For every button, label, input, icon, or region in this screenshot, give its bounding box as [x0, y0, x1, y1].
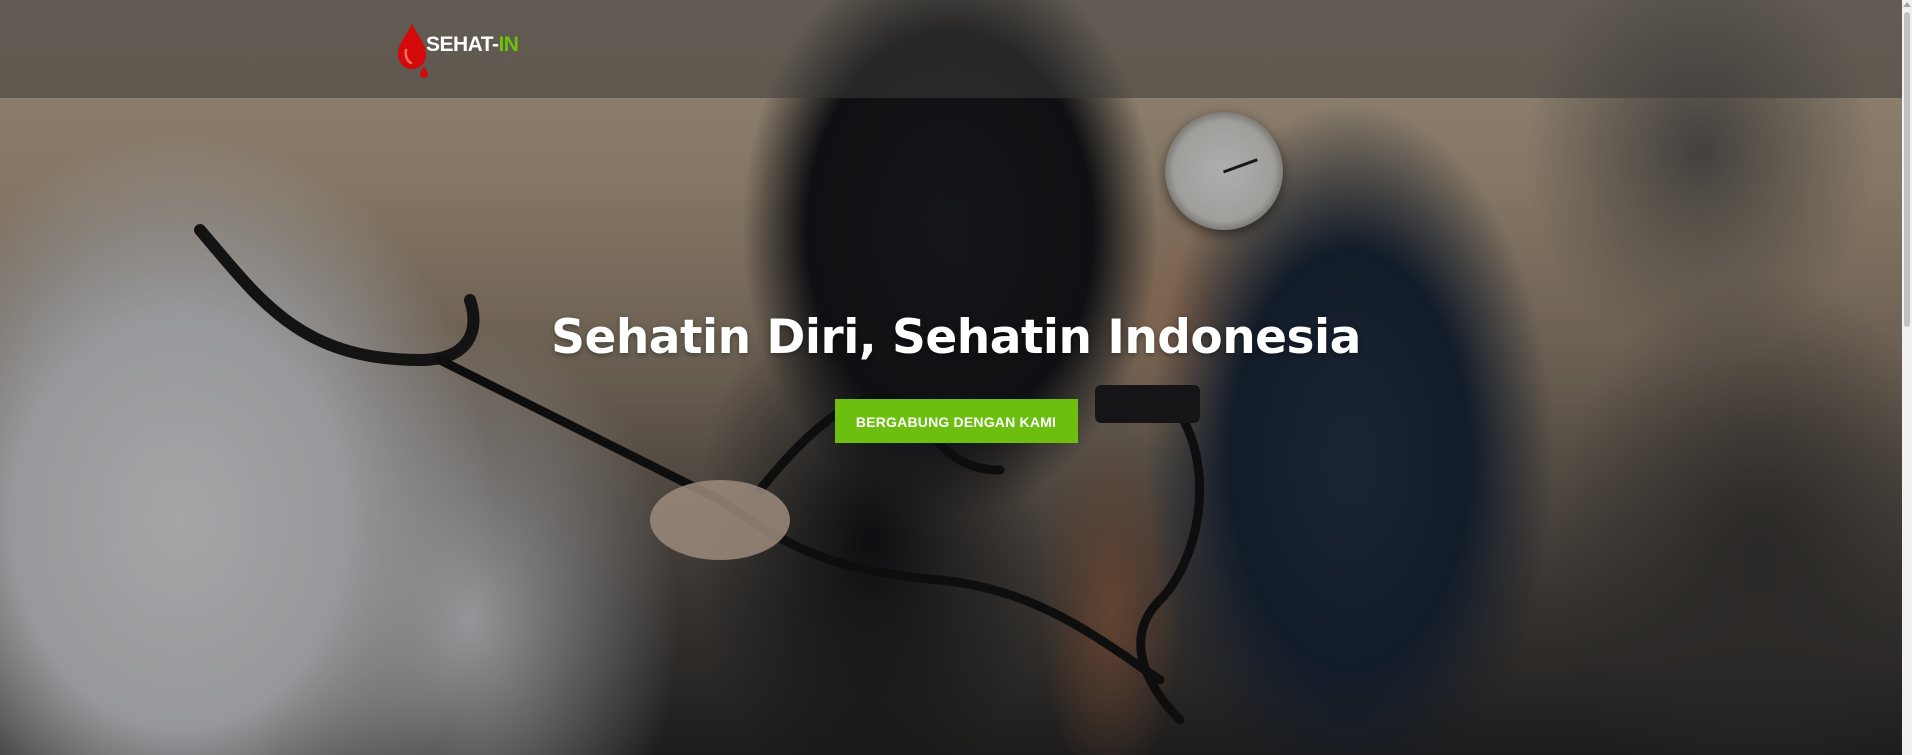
page: SEHAT-IN Sehatin Diri, Sehatin Indonesia… [0, 0, 1912, 755]
logo-text: SEHAT-IN [426, 33, 519, 57]
logo-text-accent: IN [498, 33, 519, 56]
blood-drop-icon [396, 22, 430, 78]
logo-link[interactable]: SEHAT-IN [396, 22, 519, 78]
hero-title: Sehatin Diri, Sehatin Indonesia [551, 310, 1361, 365]
join-us-button[interactable]: BERGABUNG DENGAN KAMI [834, 399, 1078, 443]
logo-text-main: SEHAT- [426, 33, 499, 56]
scrollbar-thumb[interactable] [1904, 12, 1910, 327]
hero-content: Sehatin Diri, Sehatin Indonesia BERGABUN… [0, 310, 1912, 443]
scroll-up-arrow-icon[interactable] [1903, 2, 1911, 7]
navbar: SEHAT-IN [0, 0, 1912, 98]
vertical-scrollbar[interactable] [1902, 0, 1912, 755]
